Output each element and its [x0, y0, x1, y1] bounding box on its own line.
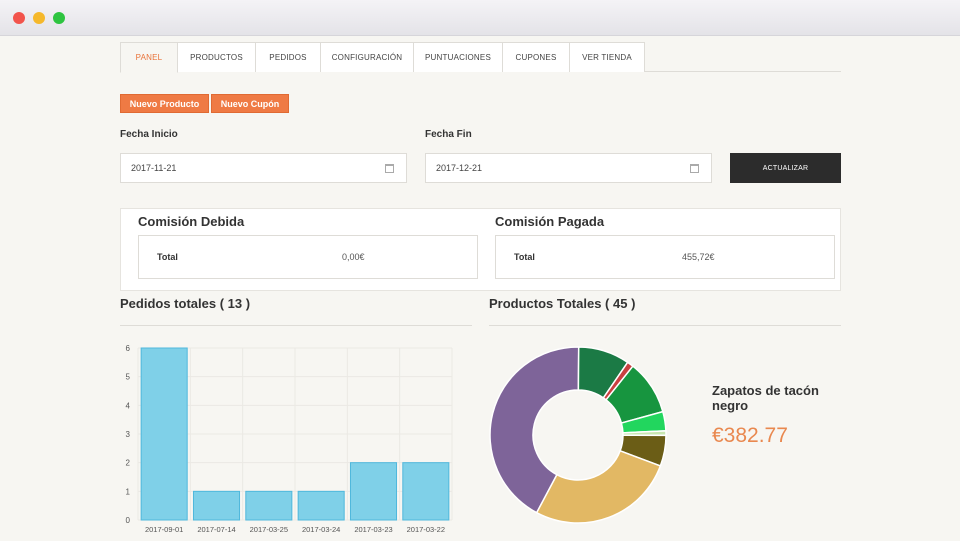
tab-puntuaciones[interactable]: PUNTUACIONES	[413, 42, 503, 72]
window-titlebar	[0, 0, 960, 36]
y-tick-label: 0	[126, 516, 131, 525]
commission-due-total-label: Total	[157, 252, 178, 262]
orders-total-title: Pedidos totales ( 13 )	[120, 296, 251, 311]
y-tick-label: 3	[126, 430, 131, 439]
products-divider	[489, 325, 841, 326]
products-donut-chart	[489, 346, 667, 524]
minimize-window-icon[interactable]	[33, 12, 45, 24]
commission-due-box	[138, 235, 478, 279]
start-date-field[interactable]: 2017-11-21	[120, 153, 407, 183]
x-tick-label: 2017-07-14	[197, 525, 235, 534]
bar-2017-09-01	[140, 347, 188, 521]
bar-2017-03-25	[245, 490, 293, 521]
y-tick-label: 5	[126, 373, 131, 382]
dashboard-tabs: PANEL PRODUCTOS PEDIDOS CONFIGURACIÓN PU…	[120, 42, 841, 73]
featured-product-price: €382.77	[712, 424, 788, 447]
commission-due-title: Comisión Debida	[138, 214, 245, 229]
products-total-title: Productos Totales ( 45 )	[489, 296, 636, 311]
start-date-value: 2017-11-21	[131, 163, 177, 173]
donut-slice-7	[535, 449, 662, 524]
calendar-icon[interactable]	[690, 164, 699, 173]
commission-paid-total-value: 455,72€	[682, 252, 715, 262]
tab-pedidos[interactable]: PEDIDOS	[255, 42, 321, 72]
start-date-label: Fecha Inicio	[120, 129, 178, 140]
new-coupon-button[interactable]: Nuevo Cupón	[211, 94, 289, 113]
y-tick-label: 1	[126, 487, 131, 496]
bar-2017-03-24	[297, 490, 345, 521]
end-date-field[interactable]: 2017-12-21	[425, 153, 712, 183]
update-button[interactable]: ACTUALIZAR	[730, 153, 841, 183]
calendar-icon[interactable]	[385, 164, 394, 173]
maximize-window-icon[interactable]	[53, 12, 65, 24]
commission-due-total-value: 0,00€	[342, 252, 365, 262]
x-tick-label: 2017-03-22	[407, 525, 445, 534]
commission-paid-box	[495, 235, 835, 279]
tab-configuracion[interactable]: CONFIGURACIÓN	[320, 42, 414, 72]
tab-productos[interactable]: PRODUCTOS	[177, 42, 256, 72]
x-tick-label: 2017-03-23	[354, 525, 392, 534]
new-product-button[interactable]: Nuevo Producto	[120, 94, 209, 113]
bar-2017-03-23	[349, 462, 398, 521]
tab-ver-tienda[interactable]: VER TIENDA	[569, 42, 645, 72]
y-tick-label: 4	[126, 401, 131, 410]
x-tick-label: 2017-09-01	[145, 525, 183, 534]
orders-divider	[120, 325, 472, 326]
orders-bar-chart: 0 1 2 3 4 5 6 2017-09-01 2017-07-14 2017-03-25 201…	[126, 344, 453, 534]
end-date-label: Fecha Fin	[425, 129, 472, 140]
y-tick-label: 6	[126, 344, 131, 353]
bar-2017-03-22	[402, 462, 450, 521]
bar-2017-07-14	[192, 490, 241, 521]
close-window-icon[interactable]	[13, 12, 25, 24]
featured-product-name: Zapatos de tacón negro	[712, 383, 819, 413]
commission-paid-title: Comisión Pagada	[495, 214, 605, 229]
x-tick-label: 2017-03-25	[250, 525, 288, 534]
tab-cupones[interactable]: CUPONES	[502, 42, 570, 72]
commission-paid-total-label: Total	[514, 252, 535, 262]
y-tick-label: 2	[126, 459, 131, 468]
tab-panel[interactable]: PANEL	[120, 42, 178, 73]
end-date-value: 2017-12-21	[436, 163, 483, 173]
x-tick-label: 2017-03-24	[302, 525, 340, 534]
